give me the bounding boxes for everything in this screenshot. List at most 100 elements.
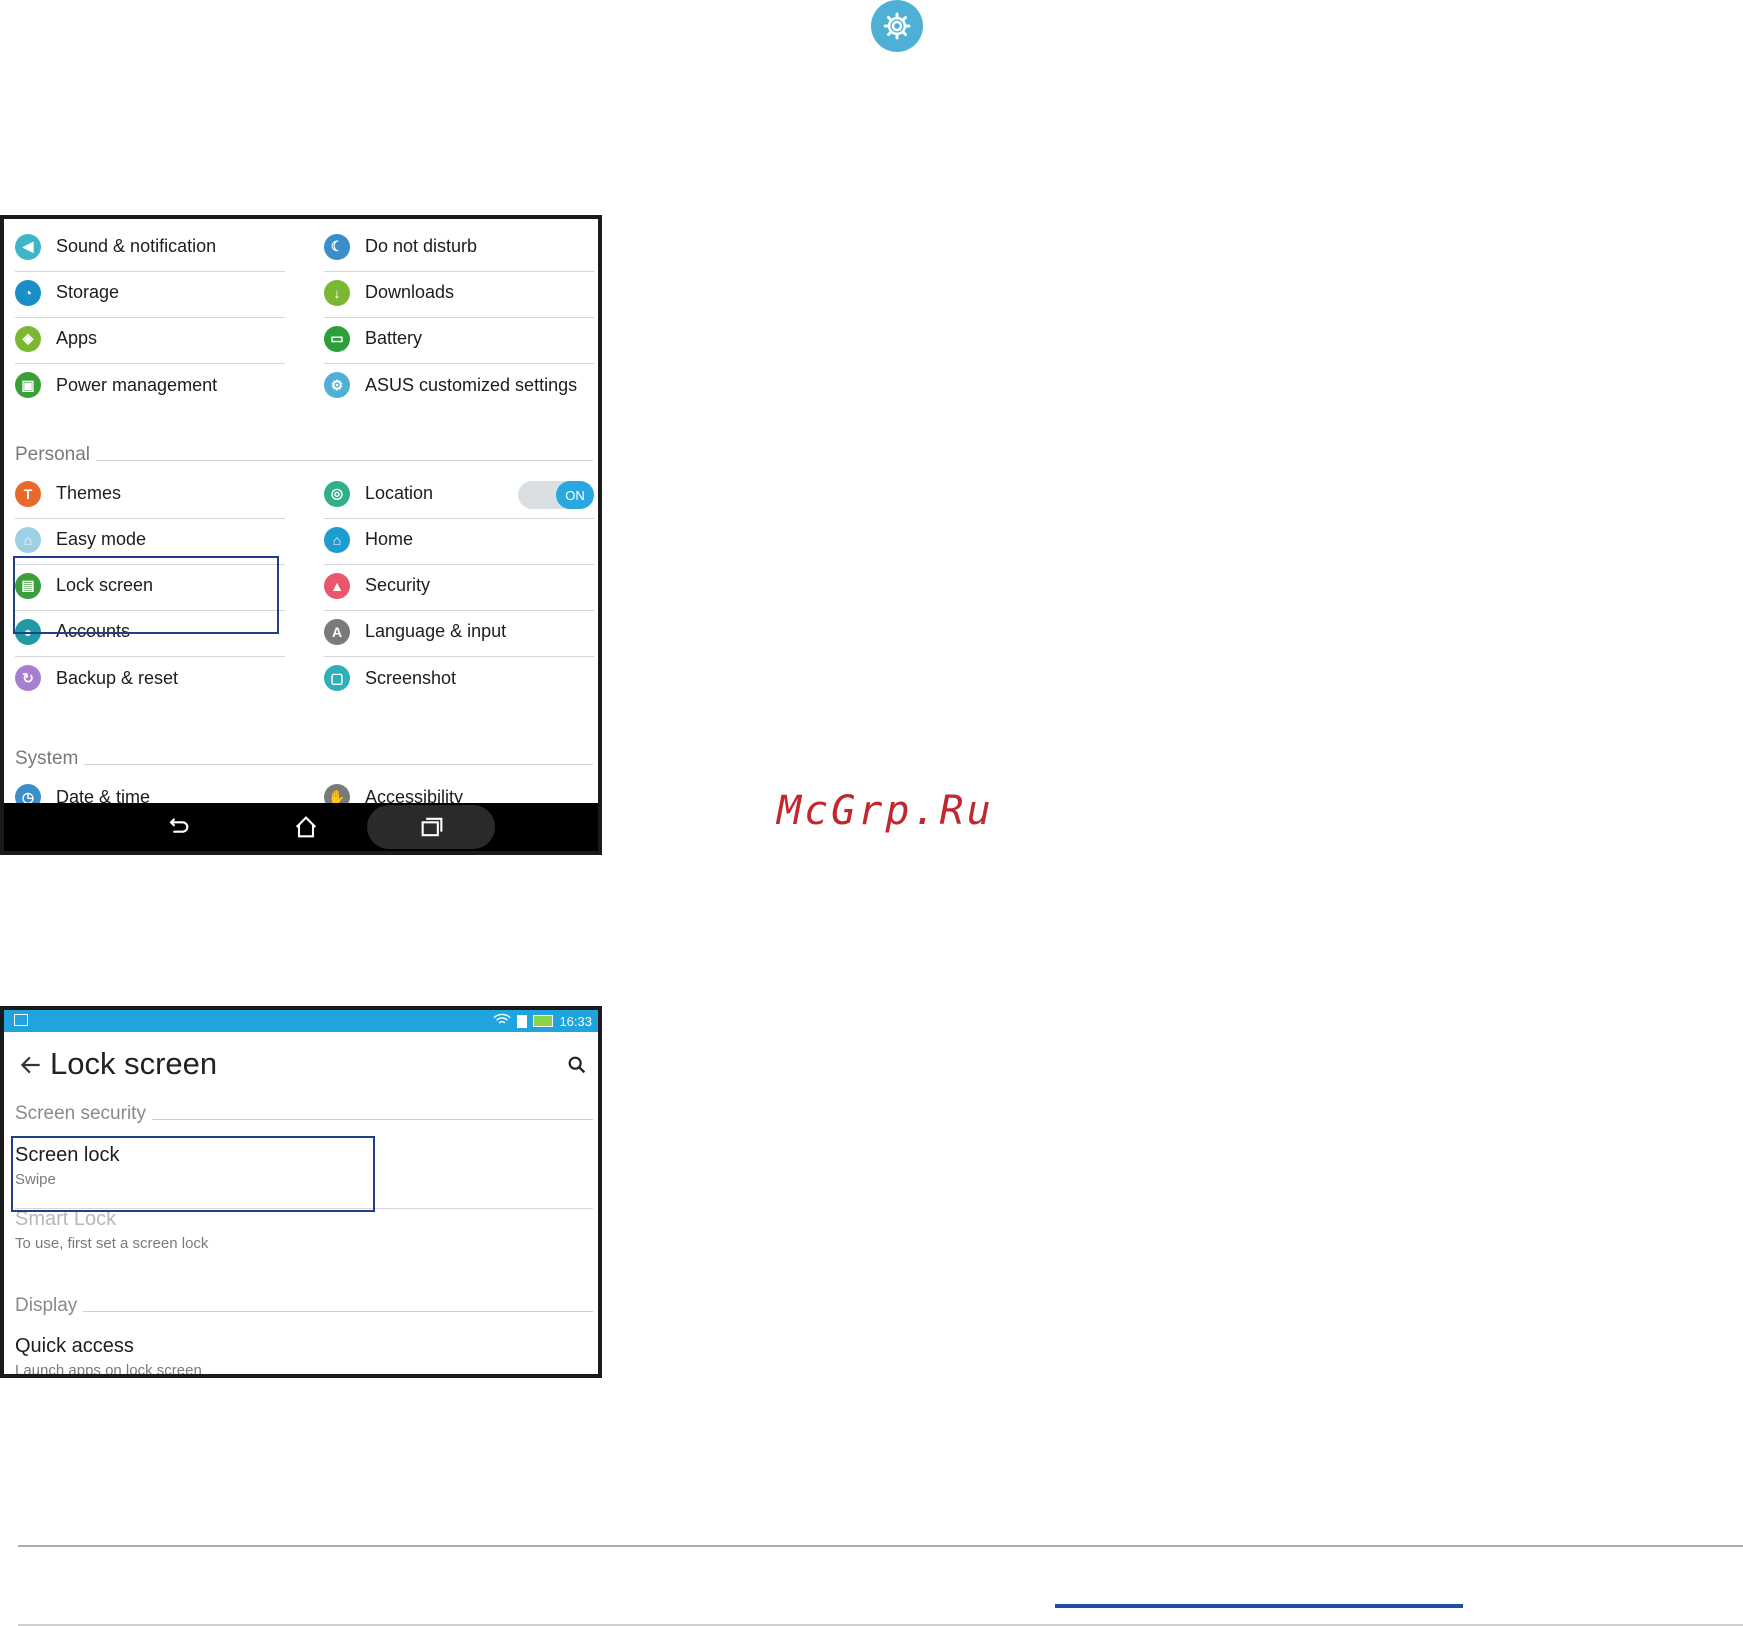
asus-settings-icon-glyph: ⚙ <box>330 376 344 393</box>
asus-settings-icon: ⚙ <box>324 372 350 398</box>
home-icon-glyph: ⌂ <box>332 531 342 548</box>
gallery-notification-icon <box>14 1014 28 1026</box>
back-icon <box>169 818 189 833</box>
battery-icon-glyph: ▭ <box>330 330 344 346</box>
apps-icon: ◈ <box>15 325 41 352</box>
search-icon[interactable] <box>566 1054 588 1076</box>
easy-mode-icon: ⌂ <box>15 526 41 553</box>
power-icon-glyph: ▣ <box>21 376 35 393</box>
status-icons: 16:33 <box>493 1013 592 1029</box>
battery-charging-icon <box>533 1015 554 1027</box>
screenshot-icon-glyph: ▢ <box>330 669 344 686</box>
settings-item-apps[interactable]: ◈ Apps <box>15 314 285 364</box>
footer-rule <box>18 1545 1743 1547</box>
settings-item-location[interactable]: ◎ Location ON <box>324 469 594 519</box>
section-personal: Personal <box>15 440 593 470</box>
section-divider <box>83 1310 593 1312</box>
settings-item-battery[interactable]: ▭ Battery <box>324 314 594 364</box>
watermark: McGrp.Ru <box>777 788 994 834</box>
quick-access-subtitle: Launch apps on lock screen <box>15 1362 202 1378</box>
settings-item-label: Screenshot <box>365 667 457 688</box>
settings-item-label: Sound & notification <box>56 236 217 256</box>
speaker-icon: ◀ <box>15 233 41 260</box>
back-button[interactable] <box>164 803 192 851</box>
settings-item-security[interactable]: ▲ Security <box>324 561 594 611</box>
settings-item-label: Location <box>365 483 434 503</box>
sim-card-icon <box>517 1014 528 1028</box>
quick-access-title: Quick access <box>15 1335 134 1357</box>
section-screen-security-label: Screen security <box>15 1103 146 1124</box>
settings-item-home[interactable]: ⌂ Home <box>324 515 594 565</box>
settings-item-do-not-disturb[interactable]: ☾ Do not disturb <box>324 222 594 272</box>
power-icon: ▣ <box>15 372 41 398</box>
section-divider <box>84 763 593 765</box>
settings-screenshot: ◀ Sound & notification ◔ Storage ◈ Apps ▣ Power… <box>0 215 602 855</box>
section-screen-security: Screen security <box>15 1100 593 1128</box>
recent-apps-icon <box>421 817 443 837</box>
settings-item-backup-reset[interactable]: ↻ Backup & reset <box>15 653 285 703</box>
lock-screen-highlight-box <box>13 556 279 634</box>
recent-apps-button[interactable] <box>418 803 446 851</box>
location-toggle[interactable]: ON <box>518 481 594 509</box>
back-arrow-icon[interactable] <box>18 1052 44 1078</box>
settings-item-downloads[interactable]: ↓ Downloads <box>324 268 594 318</box>
status-bar: 16:33 <box>4 1010 598 1032</box>
status-time: 16:33 <box>559 1013 592 1029</box>
settings-item-label: Home <box>365 529 414 549</box>
screenshot-icon: ▢ <box>324 665 350 691</box>
section-system-label: System <box>15 748 79 769</box>
section-divider <box>151 1118 593 1120</box>
wifi-icon <box>493 1013 512 1029</box>
page-title: Lock screen <box>50 1046 218 1081</box>
section-system: System <box>15 744 593 774</box>
settings-item-storage[interactable]: ◔ Storage <box>15 268 285 318</box>
section-personal-label: Personal <box>15 444 90 465</box>
backup-icon-glyph: ↻ <box>22 669 34 686</box>
smart-lock-item: Smart Lock To use, first set a screen lo… <box>15 1208 593 1252</box>
lock-screen-screenshot: 16:33 Lock screen Screen security Screen… <box>0 1006 602 1378</box>
gear-icon <box>883 12 911 40</box>
footer-accent-bar <box>1055 1604 1463 1608</box>
backup-icon: ↻ <box>15 665 41 691</box>
settings-item-label: Downloads <box>365 282 455 302</box>
app-bar: Lock screen <box>4 1032 598 1102</box>
home-nav-icon <box>295 816 317 838</box>
storage-icon-glyph: ◔ <box>23 284 33 301</box>
smart-lock-subtitle: To use, first set a screen lock <box>15 1235 209 1252</box>
settings-item-label: Battery <box>365 328 423 348</box>
settings-item-power-management[interactable]: ▣ Power management <box>15 360 285 410</box>
download-icon-glyph: ↓ <box>333 284 341 301</box>
settings-item-language-input[interactable]: A Language & input <box>324 607 594 657</box>
home-button[interactable] <box>292 803 320 851</box>
settings-item-label: Storage <box>56 282 120 302</box>
navigation-bar <box>4 803 598 851</box>
moon-icon-glyph: ☾ <box>330 238 344 254</box>
home-icon: ⌂ <box>324 526 350 553</box>
settings-item-label: ASUS customized settings <box>365 374 578 395</box>
settings-item-label: Backup & reset <box>56 667 179 688</box>
speaker-icon-glyph: ◀ <box>22 238 34 254</box>
themes-icon: T <box>15 480 41 507</box>
download-icon: ↓ <box>324 279 350 306</box>
settings-item-sound-notification[interactable]: ◀ Sound & notification <box>15 222 285 272</box>
language-icon: A <box>324 618 350 645</box>
settings-item-asus-customized-settings[interactable]: ⚙ ASUS customized settings <box>324 360 594 410</box>
location-icon-glyph: ◎ <box>330 485 344 501</box>
moon-icon: ☾ <box>324 233 350 260</box>
storage-icon: ◔ <box>15 279 41 306</box>
settings-item-label: Security <box>365 575 431 595</box>
easy-mode-icon-glyph: ⌂ <box>23 531 33 548</box>
language-icon-glyph: A <box>331 623 343 640</box>
section-display: Display <box>15 1292 593 1320</box>
screen-lock-highlight-box <box>11 1136 375 1212</box>
settings-item-screenshot[interactable]: ▢ Screenshot <box>324 653 594 703</box>
settings-item-themes[interactable]: T Themes <box>15 469 285 519</box>
settings-gear-icon <box>871 0 923 52</box>
section-divider <box>96 459 593 461</box>
settings-item-label: Themes <box>56 483 122 503</box>
quick-access-item[interactable]: Quick access Launch apps on lock screen <box>15 1335 593 1378</box>
section-display-label: Display <box>15 1295 78 1316</box>
settings-item-label: Apps <box>56 328 98 348</box>
settings-item-label: Easy mode <box>56 529 147 549</box>
apps-icon-glyph: ◈ <box>22 330 34 346</box>
